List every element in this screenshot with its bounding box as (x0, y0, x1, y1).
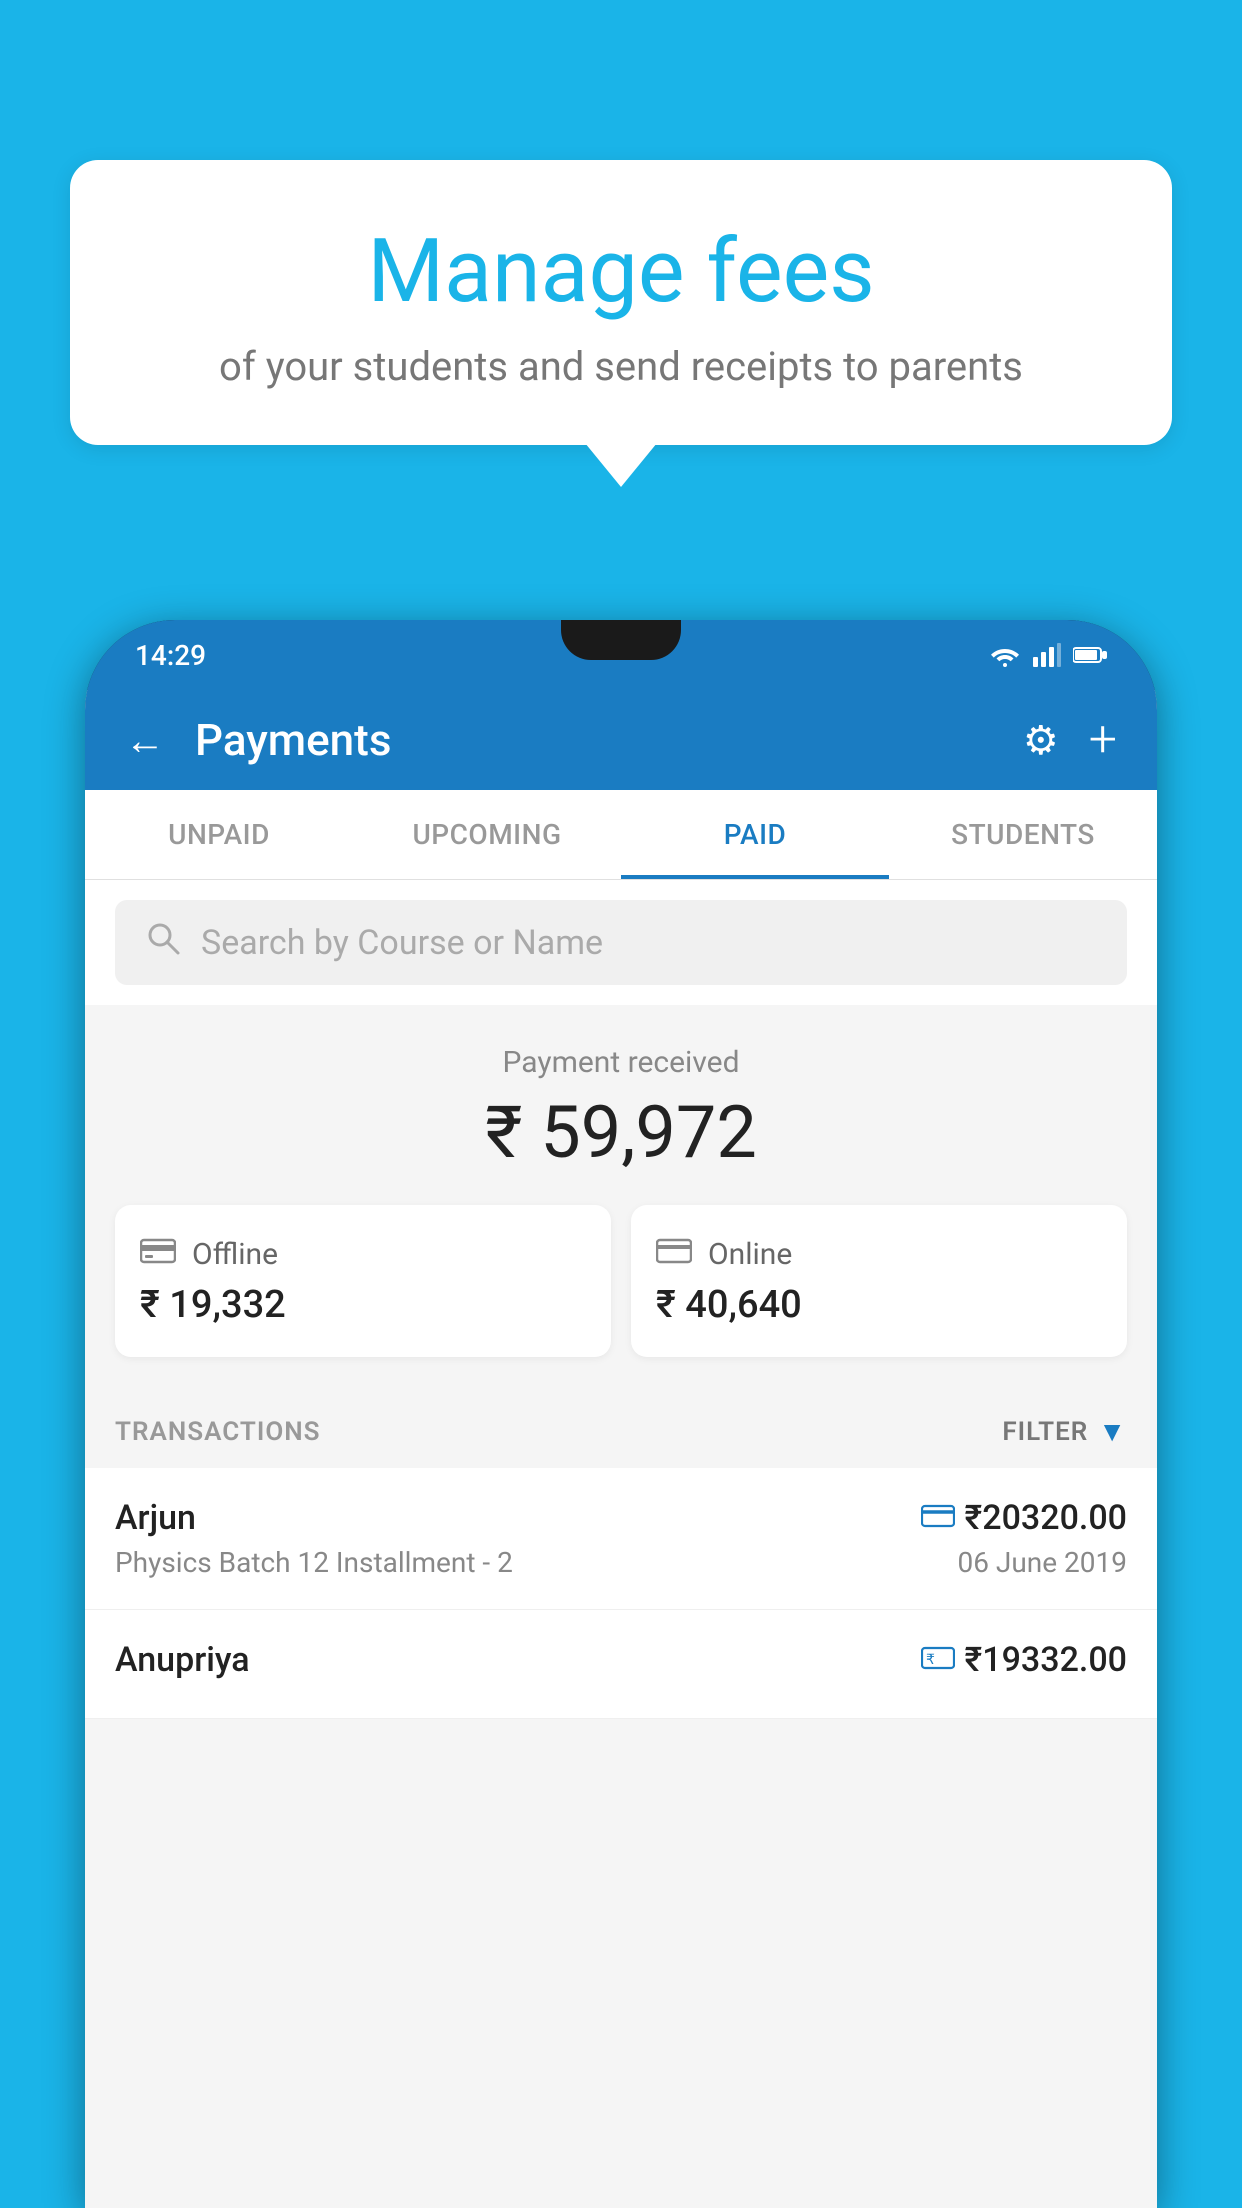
phone-frame: 14:29 ← (85, 620, 1157, 2208)
online-label: Online (708, 1237, 792, 1272)
transaction-name: Anupriya (115, 1640, 250, 1680)
payment-summary: Payment received ₹ 59,972 Offline (85, 1005, 1157, 1387)
transaction-amount-area: ₹20320.00 (921, 1498, 1127, 1538)
app-content: ← Payments ⚙ + UNPAID UPCOMING PAID STUD… (85, 690, 1157, 2208)
transaction-course: Physics Batch 12 Installment - 2 (115, 1546, 513, 1579)
transaction-list: Arjun ₹20320.00 Physics Batch 12 Install… (85, 1468, 1157, 1719)
wifi-icon (989, 643, 1021, 667)
online-amount: ₹ 40,640 (656, 1283, 1102, 1327)
add-button[interactable]: + (1089, 711, 1117, 769)
transaction-item[interactable]: Anupriya ₹ ₹19332.00 (85, 1610, 1157, 1719)
phone-notch (561, 620, 681, 660)
search-container: Search by Course or Name (85, 880, 1157, 1005)
offline-payment-card: Offline ₹ 19,332 (115, 1205, 611, 1357)
tab-upcoming[interactable]: UPCOMING (353, 790, 621, 879)
filter-label: FILTER (1002, 1417, 1088, 1447)
search-icon (145, 920, 181, 965)
transaction-date: 06 June 2019 (957, 1546, 1127, 1579)
transaction-main-row: Anupriya ₹ ₹19332.00 (115, 1640, 1127, 1680)
speech-bubble: Manage fees of your students and send re… (70, 160, 1172, 445)
payment-cards: Offline ₹ 19,332 Online (115, 1205, 1127, 1357)
tab-unpaid[interactable]: UNPAID (85, 790, 353, 879)
online-icon (656, 1235, 692, 1273)
back-button[interactable]: ← (125, 717, 165, 764)
transactions-label: TRANSACTIONS (115, 1417, 321, 1447)
battery-icon (1073, 646, 1107, 664)
status-icons (989, 643, 1107, 667)
filter-button[interactable]: FILTER ▼ (1002, 1415, 1127, 1448)
online-payment-card: Online ₹ 40,640 (631, 1205, 1127, 1357)
transaction-main-row: Arjun ₹20320.00 (115, 1498, 1127, 1538)
payment-received-label: Payment received (115, 1045, 1127, 1080)
transaction-item[interactable]: Arjun ₹20320.00 Physics Batch 12 Install… (85, 1468, 1157, 1610)
search-bar[interactable]: Search by Course or Name (115, 900, 1127, 985)
tabs-bar: UNPAID UPCOMING PAID STUDENTS (85, 790, 1157, 880)
transaction-amount: ₹20320.00 (965, 1498, 1127, 1538)
transactions-header: TRANSACTIONS FILTER ▼ (85, 1387, 1157, 1468)
speech-bubble-title: Manage fees (120, 220, 1122, 323)
signal-icon (1033, 643, 1061, 667)
online-card-header: Online (656, 1235, 1102, 1273)
offline-label: Offline (192, 1237, 278, 1272)
transaction-amount: ₹19332.00 (965, 1640, 1127, 1680)
status-bar: 14:29 (85, 620, 1157, 690)
filter-icon: ▼ (1098, 1415, 1127, 1448)
settings-icon[interactable]: ⚙ (1023, 717, 1059, 764)
offline-icon (140, 1235, 176, 1273)
payment-total-amount: ₹ 59,972 (115, 1090, 1127, 1175)
search-placeholder: Search by Course or Name (201, 923, 603, 963)
tab-students[interactable]: STUDENTS (889, 790, 1157, 879)
offline-amount: ₹ 19,332 (140, 1283, 586, 1327)
transaction-detail-row: Physics Batch 12 Installment - 2 06 June… (115, 1546, 1127, 1579)
offline-type-icon: ₹ (921, 1645, 955, 1675)
header-actions: ⚙ + (1023, 711, 1117, 769)
transaction-amount-area: ₹ ₹19332.00 (921, 1640, 1127, 1680)
tab-paid[interactable]: PAID (621, 790, 889, 879)
svg-text:₹: ₹ (926, 1651, 935, 1667)
app-header: ← Payments ⚙ + (85, 690, 1157, 790)
page-title: Payments (195, 714, 993, 766)
offline-card-header: Offline (140, 1235, 586, 1273)
speech-bubble-subtitle: of your students and send receipts to pa… (120, 343, 1122, 390)
transaction-name: Arjun (115, 1498, 196, 1538)
online-type-icon (921, 1503, 955, 1533)
status-time: 14:29 (135, 639, 206, 672)
